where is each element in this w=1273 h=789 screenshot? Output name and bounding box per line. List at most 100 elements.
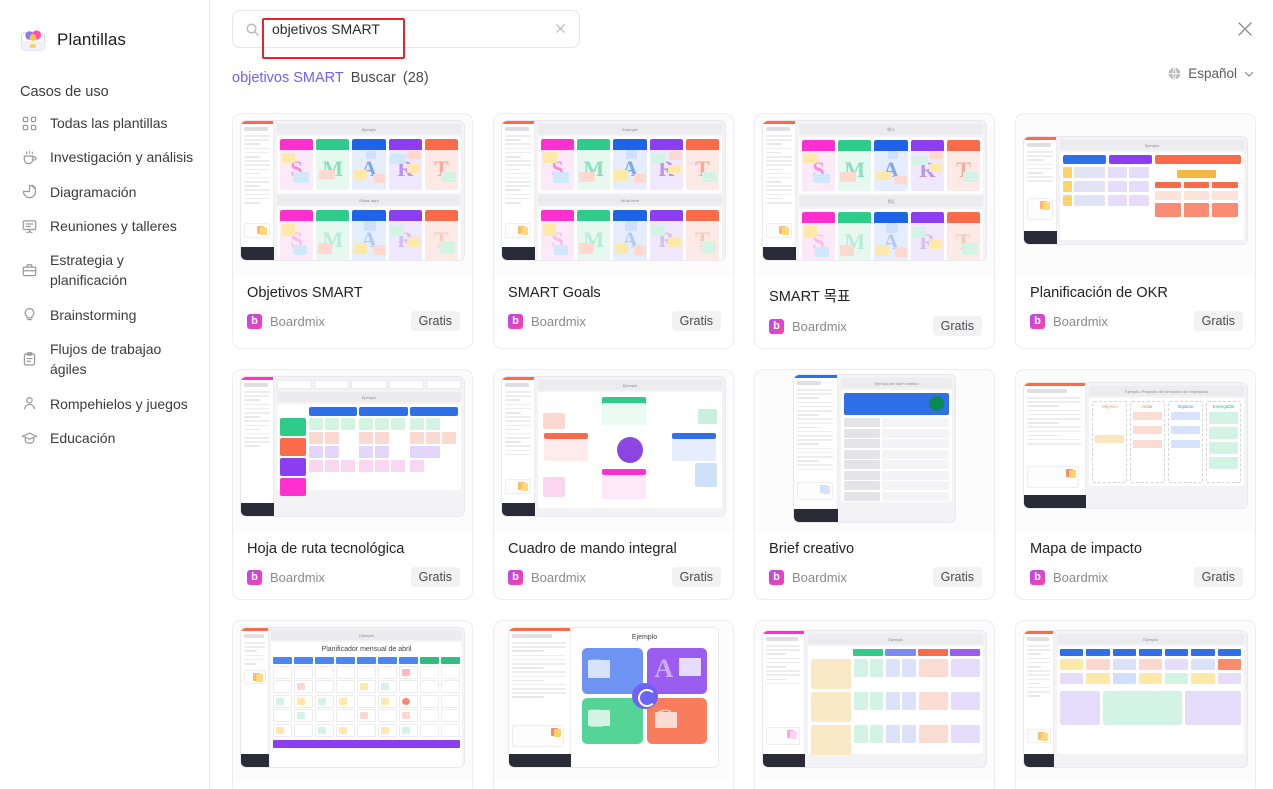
- template-card[interactable]: Ejemplo: [493, 369, 734, 600]
- thumb-band-label: Ejemplo: [277, 392, 461, 402]
- boardmix-logo-icon: b: [247, 313, 262, 329]
- template-card[interactable]: Ejemplo: [754, 620, 995, 789]
- template-card[interactable]: Example S M A R T Work here S M A R T SM…: [493, 113, 734, 349]
- template-thumbnail: 예시 S M A R T 편집 S M A R T: [755, 114, 994, 275]
- template-card[interactable]: Ejemplo: Proyecto de formación de emplea…: [1015, 369, 1256, 600]
- search-box[interactable]: [232, 10, 580, 48]
- thumb-band-label: Ejemplo: [271, 630, 462, 640]
- graduation-cap-icon: [20, 429, 38, 447]
- card-price-badge: Gratis: [410, 311, 460, 331]
- globe-icon: [1167, 66, 1182, 81]
- card-author: Boardmix: [1053, 569, 1108, 585]
- card-price-badge: Gratis: [1193, 567, 1243, 587]
- template-thumbnail: Ejemplo: [233, 370, 472, 531]
- template-thumbnail: Ejemplo: [1016, 621, 1255, 782]
- brand-title: Plantillas: [57, 30, 127, 49]
- template-thumbnail: Example S M A R T Work here S M A R T: [494, 114, 733, 275]
- sidebar-item-estrategia-y-planificacion[interactable]: Estrategia y planificación: [0, 243, 209, 298]
- template-thumbnail: Ejemplo: [755, 621, 994, 782]
- template-card[interactable]: Ejemplo de brief creativo Brief creativo…: [754, 369, 995, 600]
- card-author: Boardmix: [792, 569, 847, 585]
- sidebar-item-label: Educación: [50, 429, 116, 446]
- boardmix-logo-icon: b: [769, 569, 784, 585]
- card-title: Objetivos SMART: [247, 285, 363, 301]
- sidebar-item-todas-las-plantillas[interactable]: Todas las plantillas: [0, 106, 209, 140]
- sidebar-item-label: Diagramación: [50, 183, 137, 200]
- card-meta: b Boardmix Gratis: [508, 311, 721, 331]
- boardmix-logo-icon: b: [1030, 313, 1045, 329]
- brand-circle-icon: [929, 396, 944, 411]
- results-bar: objetivos SMART Buscar (28) Español: [210, 58, 1273, 98]
- template-thumbnail: Ejemplo Planificador mensual de abril: [233, 621, 472, 782]
- template-thumbnail: Ejemplo: [1016, 114, 1255, 275]
- thumb-band-label-2: Work here: [538, 195, 722, 205]
- sidebar-item-label: Todas las plantillas: [50, 115, 168, 131]
- card-meta: b Boardmix Gratis: [1030, 567, 1243, 587]
- clipboard-icon: [20, 350, 38, 368]
- template-card[interactable]: 예시 S M A R T 편집 S M A R T SMART 목표 b Boa…: [754, 113, 995, 349]
- card-meta: b Boardmix Gratis: [247, 311, 460, 331]
- boardmix-logo-icon: b: [247, 569, 262, 585]
- card-title: Brief creativo: [769, 541, 855, 557]
- close-icon[interactable]: [1234, 18, 1256, 40]
- language-selector[interactable]: Español: [1167, 66, 1255, 81]
- card-body: SMART Goals b Boardmix Gratis: [494, 275, 733, 343]
- sidebar-item-label: Investigación y análisis: [50, 149, 194, 166]
- grid-icon: [20, 114, 38, 132]
- sidebar-item-reuniones-y-talleres[interactable]: Reuniones y talleres: [0, 209, 209, 243]
- template-card[interactable]: Ejemplo: [1015, 113, 1256, 349]
- template-card[interactable]: Ejemplo P A D C: [493, 620, 734, 789]
- template-card[interactable]: Ejemplo: [1015, 620, 1256, 789]
- card-body: Objetivos SMART b Boardmix Gratis: [233, 275, 472, 343]
- card-title: SMART Goals: [508, 285, 601, 301]
- sidebar-item-brainstorming[interactable]: Brainstorming: [0, 298, 209, 332]
- sidebar-item-rompehielos-y-juegos[interactable]: Rompehielos y juegos: [0, 387, 209, 421]
- calendar-title: Planificador mensual de abril: [321, 646, 412, 653]
- thumb-band-label: Ejemplo: [1060, 140, 1244, 150]
- card-body: b: [233, 782, 472, 789]
- thumb-band-label: Ejemplo: [808, 634, 983, 644]
- sidebar-item-label: Reuniones y talleres: [50, 217, 177, 234]
- card-meta: b Boardmix Gratis: [769, 316, 982, 336]
- template-card[interactable]: Ejemplo: [232, 369, 473, 600]
- impact-col-title: Entregable: [1212, 404, 1235, 409]
- templates-modal: Plantillas Casos de uso Todas las planti…: [0, 0, 1273, 789]
- clear-search-icon[interactable]: [553, 21, 569, 37]
- card-body: Mapa de impacto b Boardmix Gratis: [1016, 531, 1255, 599]
- sidebar-item-educacion[interactable]: Educación: [0, 421, 209, 455]
- card-body: b: [494, 782, 733, 789]
- template-card[interactable]: Ejemplo S M A R T Editar aquí S M A R T …: [232, 113, 473, 349]
- research-icon: [20, 148, 38, 166]
- template-thumbnail: Ejemplo: [494, 370, 733, 531]
- template-thumbnail: Ejemplo de brief creativo: [755, 370, 994, 531]
- card-body: Cuadro de mando integral b Boardmix Grat…: [494, 531, 733, 599]
- thumb-band-label: 예시: [799, 124, 983, 135]
- thumb-band-label: Example: [538, 124, 722, 134]
- card-author: Boardmix: [270, 313, 325, 329]
- card-body: Planificación de OKR b Boardmix Gratis: [1016, 275, 1255, 343]
- sidebar-item-flujos-de-trabajao-agiles[interactable]: Flujos de trabajao ágiles: [0, 332, 209, 387]
- people-icon: [20, 395, 38, 413]
- thumb-band-label: Ejemplo: [538, 380, 722, 390]
- boardmix-logo-icon: b: [769, 318, 784, 334]
- sidebar-item-investigacion-y-analisis[interactable]: Investigación y análisis: [0, 140, 209, 174]
- pdca-cycle-icon: [631, 683, 658, 709]
- sidebar-item-label: Rompehielos y juegos: [50, 395, 188, 412]
- card-price-badge: Gratis: [410, 567, 460, 587]
- thumb-band-label: Ejemplo: [574, 631, 715, 644]
- search-input[interactable]: [260, 21, 553, 37]
- boardmix-logo-icon: b: [508, 313, 523, 329]
- card-author: Boardmix: [792, 318, 847, 334]
- search-icon: [245, 22, 260, 37]
- sidebar-nav: Todas las plantillas Investigación y aná…: [0, 106, 209, 455]
- results-scroll-area[interactable]: Ejemplo S M A R T Editar aquí S M A R T …: [210, 103, 1273, 789]
- language-label: Español: [1188, 66, 1237, 81]
- template-card[interactable]: Ejemplo Planificador mensual de abril: [232, 620, 473, 789]
- thumb-band-label: Ejemplo: [277, 124, 461, 134]
- sidebar-section-label: Casos de uso: [20, 84, 109, 100]
- card-body: SMART 목표 b Boardmix Gratis: [755, 275, 994, 348]
- card-title: Cuadro de mando integral: [508, 541, 677, 557]
- sidebar-item-diagramacion[interactable]: Diagramación: [0, 175, 209, 209]
- card-price-badge: Gratis: [671, 311, 721, 331]
- search-area: [232, 10, 580, 59]
